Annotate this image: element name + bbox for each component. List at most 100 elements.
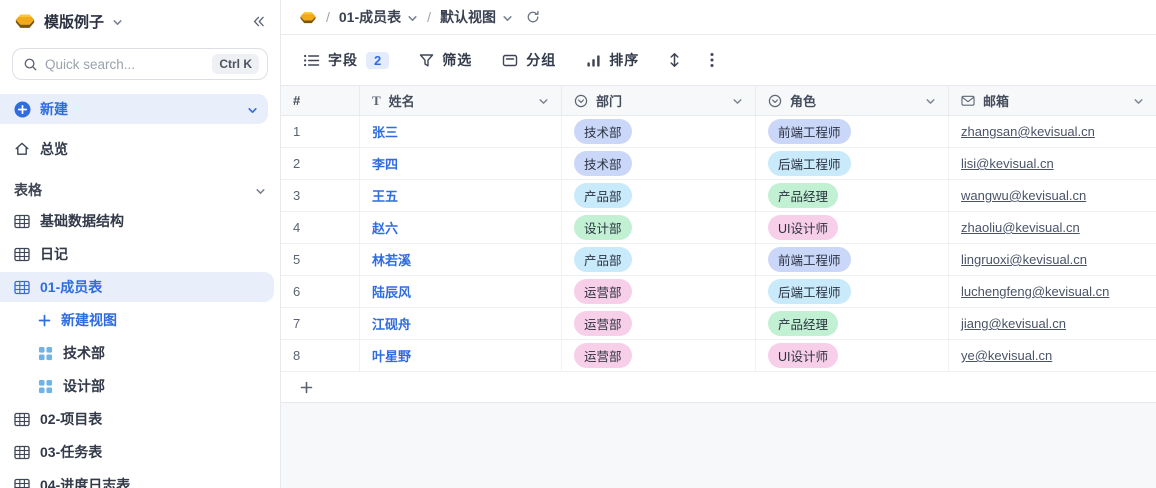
workspace-name[interactable]: 模版例子 (44, 11, 104, 32)
column-header-department[interactable]: 部门 (562, 86, 756, 115)
row-height-button[interactable] (669, 52, 680, 68)
chevron-down-icon[interactable] (925, 96, 936, 107)
email-link[interactable]: zhangsan@kevisual.cn (961, 124, 1095, 139)
chevron-down-icon[interactable] (732, 96, 743, 107)
email-link[interactable]: ye@kevisual.cn (961, 348, 1052, 363)
member-name-link[interactable]: 陆辰风 (372, 282, 411, 301)
name-cell[interactable]: 赵六 (360, 212, 562, 243)
table-row[interactable]: 3 王五 产品部 产品经理 wangwu@kevisual.cn (281, 180, 1156, 212)
sidebar-item-progress-log-table[interactable]: 04-进度日志表 (0, 470, 274, 488)
member-name-link[interactable]: 王五 (372, 186, 398, 205)
email-cell[interactable]: lingruoxi@kevisual.cn (949, 244, 1156, 275)
column-header-index[interactable]: # (281, 86, 360, 115)
column-header-role[interactable]: 角色 (756, 86, 949, 115)
member-name-link[interactable]: 赵六 (372, 218, 398, 237)
sidebar-item-label: 基础数据结构 (40, 213, 124, 229)
workspace-logo-icon (14, 12, 36, 30)
section-chevron-down-icon[interactable] (255, 186, 266, 197)
table-row[interactable]: 1 张三 技术部 前端工程师 zhangsan@kevisual.cn (281, 116, 1156, 148)
sidebar-section-tables[interactable]: 表格 (0, 176, 280, 204)
sidebar-item-view-design[interactable]: 设计部 (0, 371, 274, 401)
new-chevron-down-icon[interactable] (247, 105, 258, 116)
sidebar-item-new-view[interactable]: 新建视图 (0, 305, 274, 335)
role-cell[interactable]: 后端工程师 (756, 148, 949, 179)
sidebar-item-label: 技术部 (63, 345, 105, 361)
sidebar-collapse-icon[interactable] (251, 15, 266, 28)
role-cell[interactable]: UI设计师 (756, 340, 949, 371)
email-cell[interactable]: luchengfeng@kevisual.cn (949, 276, 1156, 307)
name-cell[interactable]: 叶星野 (360, 340, 562, 371)
department-cell[interactable]: 运营部 (562, 340, 756, 371)
role-cell[interactable]: 后端工程师 (756, 276, 949, 307)
column-header-name[interactable]: T 姓名 (360, 86, 562, 115)
email-link[interactable]: lingruoxi@kevisual.cn (961, 252, 1087, 267)
breadcrumb-table[interactable]: 01-成员表 (339, 7, 418, 27)
group-button[interactable]: 分组 (502, 50, 556, 70)
email-cell[interactable]: zhangsan@kevisual.cn (949, 116, 1156, 147)
name-cell[interactable]: 林若溪 (360, 244, 562, 275)
breadcrumb-view[interactable]: 默认视图 (440, 7, 513, 27)
workspace-chevron-down-icon[interactable] (112, 17, 123, 28)
name-cell[interactable]: 李四 (360, 148, 562, 179)
table-row[interactable]: 5 林若溪 产品部 前端工程师 lingruoxi@kevisual.cn (281, 244, 1156, 276)
email-cell[interactable]: jiang@kevisual.cn (949, 308, 1156, 339)
fields-button[interactable]: 字段 2 (303, 50, 390, 70)
name-cell[interactable]: 张三 (360, 116, 562, 147)
email-link[interactable]: zhaoliu@kevisual.cn (961, 220, 1080, 235)
department-cell[interactable]: 运营部 (562, 308, 756, 339)
email-link[interactable]: lisi@kevisual.cn (961, 156, 1054, 171)
email-cell[interactable]: zhaoliu@kevisual.cn (949, 212, 1156, 243)
department-cell[interactable]: 技术部 (562, 116, 756, 147)
table-row[interactable]: 6 陆辰风 运营部 后端工程师 luchengfeng@kevisual.cn (281, 276, 1156, 308)
search-input[interactable] (45, 56, 206, 72)
refresh-icon[interactable] (526, 10, 540, 24)
home-icon (14, 141, 30, 157)
member-name-link[interactable]: 叶星野 (372, 346, 411, 365)
member-name-link[interactable]: 林若溪 (372, 250, 411, 269)
name-cell[interactable]: 陆辰风 (360, 276, 562, 307)
sidebar-item-members-table[interactable]: 01-成员表 (0, 272, 274, 302)
role-cell[interactable]: 前端工程师 (756, 244, 949, 275)
email-cell[interactable]: wangwu@kevisual.cn (949, 180, 1156, 211)
column-header-email[interactable]: 邮箱 (949, 86, 1156, 115)
sidebar-item-base-structure[interactable]: 基础数据结构 (0, 206, 274, 236)
name-cell[interactable]: 王五 (360, 180, 562, 211)
department-cell[interactable]: 产品部 (562, 180, 756, 211)
name-cell[interactable]: 江砚舟 (360, 308, 562, 339)
table-row[interactable]: 2 李四 技术部 后端工程师 lisi@kevisual.cn (281, 148, 1156, 180)
table-row[interactable]: 8 叶星野 运营部 UI设计师 ye@kevisual.cn (281, 340, 1156, 372)
sidebar-item-tasks-table[interactable]: 03-任务表 (0, 437, 274, 467)
chevron-down-icon[interactable] (1133, 96, 1144, 107)
role-cell[interactable]: 前端工程师 (756, 116, 949, 147)
email-link[interactable]: jiang@kevisual.cn (961, 316, 1066, 331)
filter-button[interactable]: 筛选 (419, 50, 472, 70)
role-cell[interactable]: UI设计师 (756, 212, 949, 243)
table-row[interactable]: 4 赵六 设计部 UI设计师 zhaoliu@kevisual.cn (281, 212, 1156, 244)
table-body: 1 张三 技术部 前端工程师 zhangsan@kevisual.cn 2 李四 (281, 116, 1156, 372)
new-button[interactable]: 新建 (0, 94, 268, 124)
email-cell[interactable]: ye@kevisual.cn (949, 340, 1156, 371)
member-name-link[interactable]: 江砚舟 (372, 314, 411, 333)
email-link[interactable]: luchengfeng@kevisual.cn (961, 284, 1109, 299)
role-cell[interactable]: 产品经理 (756, 180, 949, 211)
department-cell[interactable]: 产品部 (562, 244, 756, 275)
more-button[interactable] (710, 52, 714, 68)
sidebar-item-overview[interactable]: 总览 (0, 134, 280, 164)
role-cell[interactable]: 产品经理 (756, 308, 949, 339)
member-name-link[interactable]: 李四 (372, 154, 398, 173)
department-cell[interactable]: 运营部 (562, 276, 756, 307)
chevron-down-icon[interactable] (538, 96, 549, 107)
department-cell[interactable]: 技术部 (562, 148, 756, 179)
add-row-button[interactable] (281, 372, 1156, 403)
sidebar-item-diary[interactable]: 日记 (0, 239, 274, 269)
email-cell[interactable]: lisi@kevisual.cn (949, 148, 1156, 179)
sidebar-item-view-tech[interactable]: 技术部 (0, 338, 274, 368)
sort-button[interactable]: 排序 (586, 50, 639, 70)
breadcrumb-logo-icon[interactable] (299, 10, 317, 25)
member-name-link[interactable]: 张三 (372, 122, 398, 141)
table-row[interactable]: 7 江砚舟 运营部 产品经理 jiang@kevisual.cn (281, 308, 1156, 340)
quick-search[interactable]: Ctrl K (12, 48, 268, 80)
email-link[interactable]: wangwu@kevisual.cn (961, 188, 1086, 203)
department-cell[interactable]: 设计部 (562, 212, 756, 243)
sidebar-item-projects-table[interactable]: 02-项目表 (0, 404, 274, 434)
